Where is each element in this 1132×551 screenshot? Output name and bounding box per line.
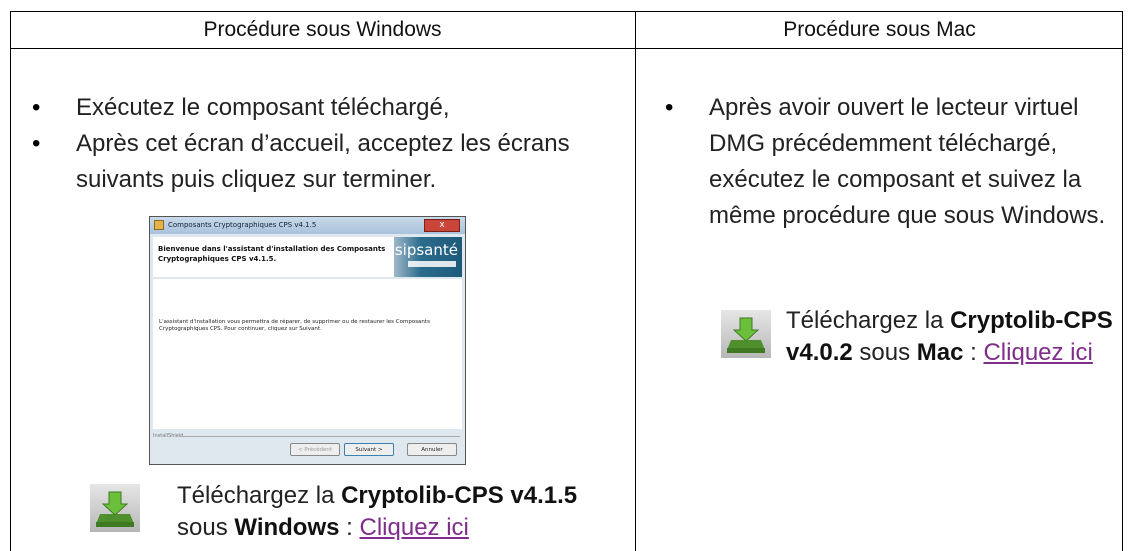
download-icon bbox=[721, 310, 771, 358]
windows-download-os: Windows bbox=[234, 514, 340, 541]
mac-download-os: Mac bbox=[916, 339, 964, 366]
installer-body: L'assistant d'installation vous permettr… bbox=[153, 279, 462, 429]
mac-download-text: Téléchargez la Cryptolib-CPS v4.0.2 sous… bbox=[786, 305, 1121, 369]
asip-logo-text: asipsanté bbox=[385, 241, 458, 259]
mac-download-middle: sous bbox=[852, 339, 917, 366]
header-windows: Procédure sous Windows bbox=[203, 18, 442, 41]
mac-download-sep: : bbox=[963, 339, 984, 366]
installer-cancel-button: Annuler bbox=[407, 443, 457, 456]
windows-steps-list: Exécutez le composant téléchargé, Après … bbox=[13, 90, 633, 198]
mac-download-link[interactable]: Cliquez ici bbox=[983, 339, 1092, 366]
installer-footer-line bbox=[180, 436, 460, 437]
mac-steps-list: Après avoir ouvert le lecteur virtuel DM… bbox=[646, 90, 1106, 234]
mac-download-prefix: Téléchargez la bbox=[786, 307, 951, 334]
header-mac: Procédure sous Mac bbox=[783, 18, 976, 41]
installer-next-button: Suivant > bbox=[344, 443, 394, 456]
installshield-label: InstallShield bbox=[153, 433, 184, 439]
windows-download-sep: : bbox=[339, 514, 360, 541]
windows-download-prefix: Téléchargez la bbox=[177, 482, 342, 509]
installer-titlebar: Composants Cryptographiques CPS v4.1.5 x bbox=[150, 217, 465, 234]
windows-download-text: Téléchargez la Cryptolib-CPS v4.1.5 sous… bbox=[177, 480, 617, 544]
mac-step-1: Après avoir ouvert le lecteur virtuel DM… bbox=[646, 90, 1106, 234]
close-icon: x bbox=[424, 219, 460, 232]
installer-screenshot: Composants Cryptographiques CPS v4.1.5 x… bbox=[149, 216, 466, 465]
column-divider bbox=[635, 11, 636, 551]
installer-banner: Bienvenue dans l'assistant d'installatio… bbox=[153, 237, 462, 277]
windows-step-1: Exécutez le composant téléchargé, bbox=[13, 90, 633, 126]
windows-step-2: Après cet écran d’accueil, acceptez les … bbox=[13, 126, 633, 198]
asip-logo-bar bbox=[408, 261, 456, 267]
download-icon bbox=[90, 484, 140, 532]
installer-app-icon bbox=[154, 220, 164, 230]
installer-banner-title: Bienvenue dans l'assistant d'installatio… bbox=[158, 245, 386, 263]
asip-logo: asipsanté bbox=[386, 237, 462, 277]
header-divider bbox=[10, 48, 1123, 49]
installer-window-title: Composants Cryptographiques CPS v4.1.5 bbox=[168, 221, 317, 229]
installer-back-button: < Précédent bbox=[290, 443, 340, 456]
installer-body-text: L'assistant d'installation vous permettr… bbox=[159, 319, 430, 332]
windows-download-middle: sous bbox=[177, 514, 235, 541]
windows-download-link[interactable]: Cliquez ici bbox=[360, 514, 469, 541]
windows-download-product: Cryptolib-CPS v4.1.5 bbox=[341, 482, 578, 509]
